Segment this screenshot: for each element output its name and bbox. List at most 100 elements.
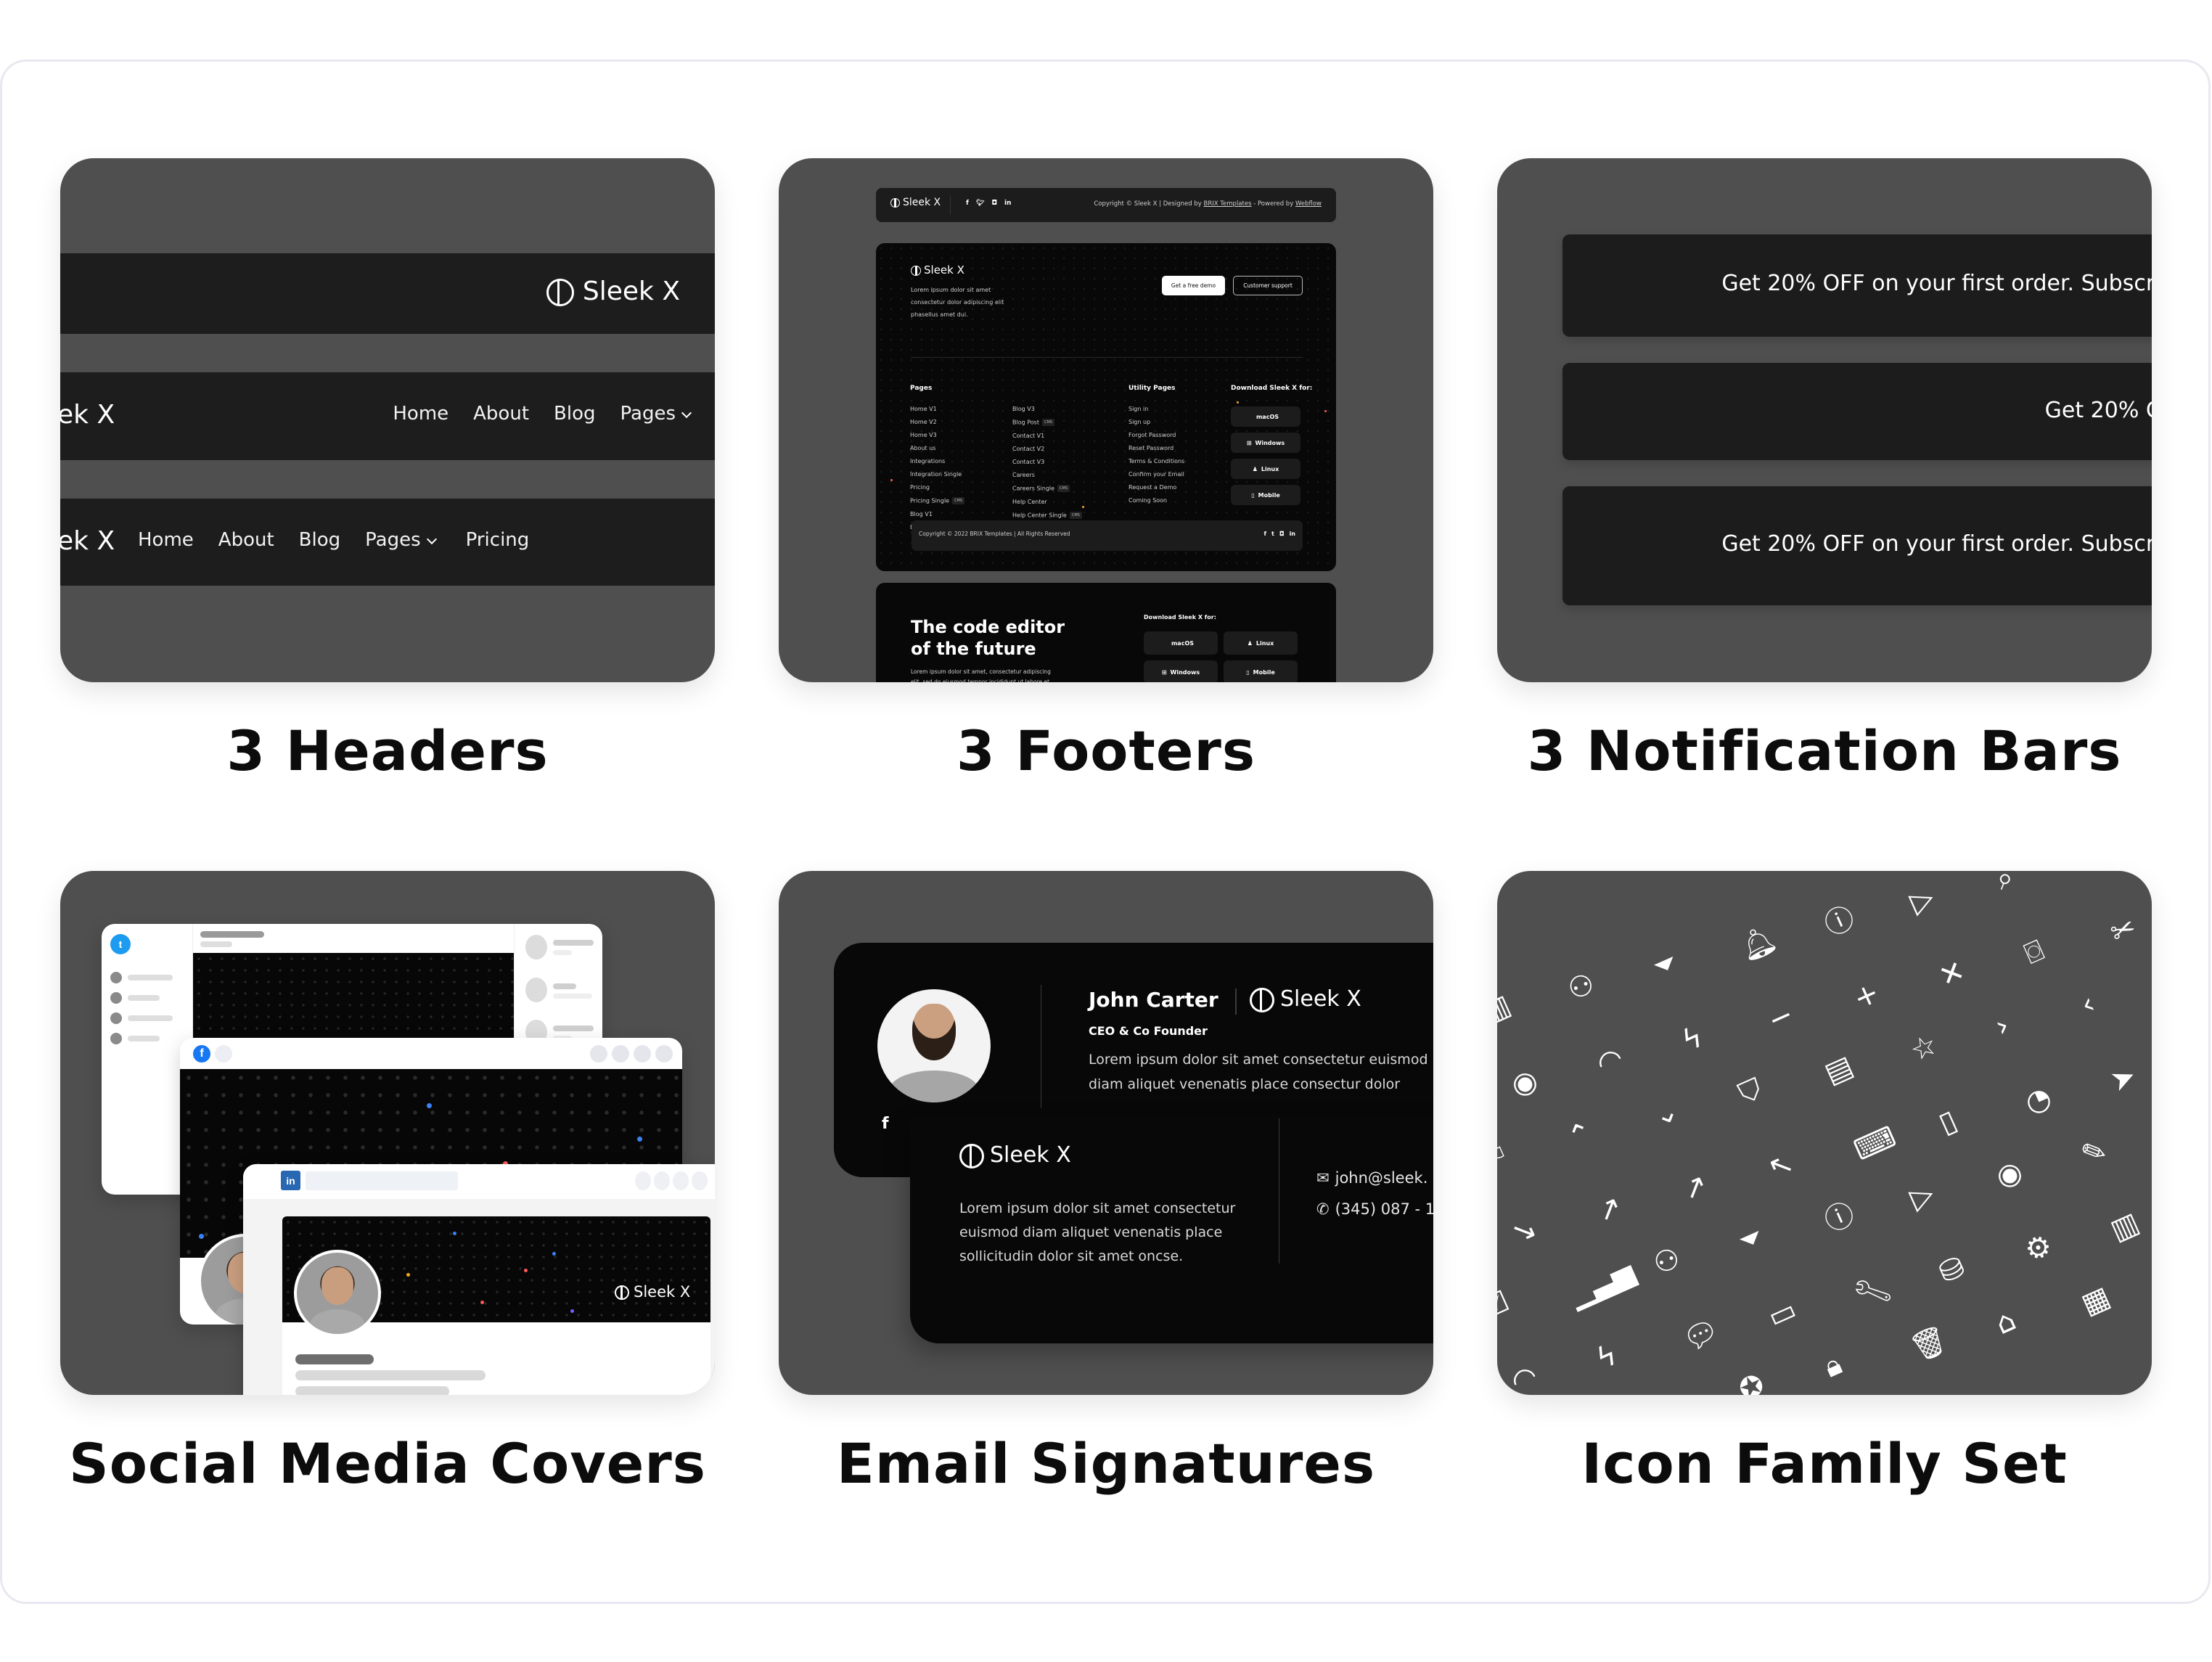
download-macos-button[interactable]: macOS: [1231, 406, 1300, 427]
download-windows-button[interactable]: ⊞ Windows: [1144, 660, 1218, 682]
icon-family-preview-card[interactable]: ▥⚇⏷🔔︎ⓘ▷⌕✎✍◉◠ϟ−+✕⌼✂▭⚐⌃⌄⛉▤☆›‹▢↘↗↗↖⌨▯◔➤◁☑▁▃…: [1497, 871, 2152, 1395]
download-linux-button[interactable]: ♟ Linux: [1224, 631, 1298, 655]
footer-link[interactable]: Integration Single: [910, 471, 964, 478]
twitter-icon[interactable]: 🐦︎: [976, 200, 984, 207]
nav-pages-dropdown[interactable]: Pages: [365, 529, 437, 551]
sleek-x-logo-icon: [615, 1285, 629, 1300]
webflow-link[interactable]: Webflow: [1295, 200, 1322, 208]
footer-link[interactable]: Contact V3: [1012, 459, 1082, 465]
header-logo[interactable]: ek X: [60, 400, 115, 430]
footer-link[interactable]: Home V2: [910, 419, 964, 425]
linux-icon: ♟: [1247, 639, 1253, 647]
footer-link[interactable]: Confirm your Email: [1128, 471, 1184, 478]
footers-preview-card[interactable]: Sleek X f 🐦︎ ◘ in Copyright © Sleek X | …: [779, 158, 1433, 682]
footer-link[interactable]: Blog V1: [910, 511, 964, 517]
nav-home[interactable]: Home: [138, 529, 194, 551]
download-macos-button[interactable]: macOS: [1144, 631, 1218, 655]
name-placeholder: [295, 1354, 374, 1364]
footer-link[interactable]: Contact V2: [1012, 446, 1082, 452]
download-mobile-button[interactable]: ▯ Mobile: [1224, 660, 1298, 682]
toolbar-button[interactable]: [655, 1045, 673, 1063]
toolbar-button[interactable]: [590, 1045, 607, 1063]
toolbar-button[interactable]: [673, 1171, 689, 1190]
footer-link[interactable]: Sign up: [1128, 419, 1184, 425]
nav-pricing[interactable]: Pricing: [466, 529, 530, 551]
footer-logo[interactable]: Sleek X: [890, 197, 941, 208]
footer-link[interactable]: Contact V1: [1012, 433, 1082, 439]
footer-link[interactable]: Pricing: [910, 484, 964, 491]
notification-bars-preview-card[interactable]: Get 20% OFF on your first order. Subscri…: [1497, 158, 2152, 682]
footer-link[interactable]: Careers: [1012, 472, 1082, 478]
toolbar-button[interactable]: [635, 1171, 651, 1190]
brix-link[interactable]: BRIX Templates: [1204, 200, 1252, 208]
facebook-icon[interactable]: f: [882, 1115, 889, 1133]
footer-link[interactable]: Help Center Single CMS: [1012, 512, 1082, 519]
nav-pages-dropdown[interactable]: Pages: [620, 403, 692, 425]
signature-name: John Carter: [1089, 988, 1218, 1012]
instagram-icon[interactable]: ◘: [991, 200, 997, 207]
header-logo[interactable]: Sleek X: [546, 277, 680, 306]
nav-about[interactable]: About: [473, 403, 529, 425]
footer-link[interactable]: Integrations: [910, 458, 964, 464]
email-contact[interactable]: ✉ john@sleek.: [1316, 1169, 1427, 1187]
footer-link[interactable]: Careers Single CMS: [1012, 485, 1082, 492]
mail-icon: ✉: [1316, 1169, 1330, 1187]
linkedin-icon[interactable]: in: [1290, 531, 1295, 537]
nav-blog[interactable]: Blog: [554, 403, 595, 425]
cms-badge: CMS: [1057, 485, 1070, 492]
linkedin-icon[interactable]: in: [1004, 200, 1012, 207]
footer-link[interactable]: Home V1: [910, 406, 964, 412]
nav-home[interactable]: Home: [393, 403, 448, 425]
nav-dot: [110, 1033, 122, 1044]
customer-support-button[interactable]: Customer support: [1233, 276, 1303, 295]
footer-link[interactable]: Coming Soon: [1128, 497, 1184, 504]
footer-link[interactable]: Blog V3: [1012, 406, 1082, 412]
footer-link[interactable]: Help Center: [1012, 499, 1082, 505]
location-placeholder: [295, 1386, 449, 1395]
footer-link[interactable]: Blog Post CMS: [1012, 419, 1082, 426]
footer-link[interactable]: Sign in: [1128, 406, 1184, 412]
suggestion-avatar: [525, 978, 547, 1002]
get-demo-button[interactable]: Get a free demo: [1162, 276, 1225, 295]
email-signatures-preview-card[interactable]: f ʼ John Carter Sleek X CEO & Co Founder…: [779, 871, 1433, 1395]
footer-variant-1: Sleek X f 🐦︎ ◘ in Copyright © Sleek X | …: [876, 188, 1336, 222]
footer-link[interactable]: Request a Demo: [1128, 484, 1184, 491]
toolbar-button[interactable]: [692, 1171, 708, 1190]
social-covers-preview-card[interactable]: t f in Sleek X: [60, 871, 715, 1395]
download-mobile-button[interactable]: ▯ Mobile: [1231, 485, 1300, 505]
footer-link[interactable]: About us: [910, 445, 964, 451]
social-links: f t ◘ in: [1264, 531, 1295, 537]
headers-preview-card[interactable]: Sleek X ek X Home About Blog Pages ek X …: [60, 158, 715, 682]
header-variant-1: Sleek X: [60, 253, 715, 334]
linux-icon: ♟: [1252, 465, 1258, 472]
download-linux-button[interactable]: ♟ Linux: [1231, 459, 1300, 479]
accent-dot: [637, 1137, 642, 1142]
footer-link[interactable]: Pricing Single CMS: [910, 497, 965, 504]
download-windows-button[interactable]: ⊞ Windows: [1231, 433, 1300, 453]
facebook-icon[interactable]: f: [966, 200, 969, 207]
toolbar-button[interactable]: [634, 1045, 651, 1063]
footer-link[interactable]: Terms & Conditions: [1128, 458, 1184, 464]
facebook-icon[interactable]: f: [1264, 531, 1266, 537]
camera-icon: ⌼: [2019, 933, 2049, 971]
nav-blog[interactable]: Blog: [299, 529, 340, 551]
plus-icon: +: [1848, 975, 1885, 1016]
windows-icon: ⊞: [1161, 668, 1167, 676]
footer-link[interactable]: Forgot Password: [1128, 432, 1184, 438]
notification-bar-2[interactable]: Get 20% OFF: [1562, 363, 2152, 460]
twitter-icon[interactable]: t: [1271, 531, 1274, 537]
footer-link[interactable]: Home V3: [910, 432, 964, 438]
toolbar-button[interactable]: [654, 1171, 670, 1190]
header-logo[interactable]: ek X: [60, 526, 115, 556]
notification-bar-1[interactable]: Get 20% OFF on your first order. Subscri…: [1562, 234, 2152, 337]
search-placeholder[interactable]: [306, 1171, 458, 1190]
phone-contact[interactable]: ✆ (345) 087 - 1: [1316, 1200, 1433, 1218]
instagram-icon[interactable]: ◘: [1279, 531, 1285, 537]
bar-chart-icon: ▥: [1497, 988, 1516, 1030]
nav-about[interactable]: About: [218, 529, 274, 551]
footer-logo[interactable]: Sleek X: [911, 263, 964, 277]
notification-bar-3[interactable]: Get 20% OFF on your first order. Subscri…: [1562, 486, 2152, 605]
toolbar-button[interactable]: [612, 1045, 629, 1063]
mobile-icon: ▯: [1246, 668, 1250, 676]
footer-link[interactable]: Reset Password: [1128, 445, 1184, 451]
